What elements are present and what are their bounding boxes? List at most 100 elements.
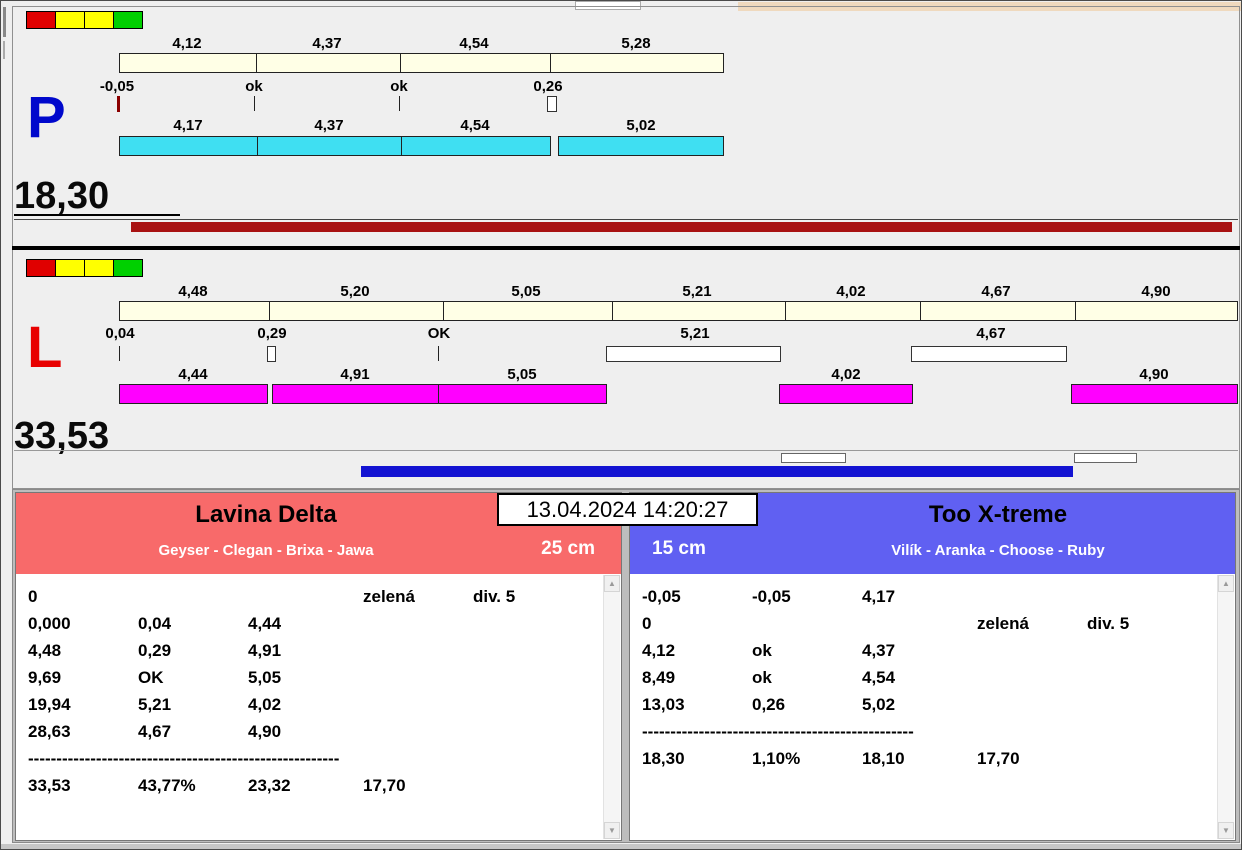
result-cell: zelená: [363, 587, 415, 606]
crossing-tick: [254, 96, 255, 111]
result-cell: 4,02: [248, 695, 282, 714]
time-label: 4,91: [340, 366, 370, 383]
result-cell: 17,70: [363, 776, 406, 795]
scroll-up-button[interactable]: ▲: [604, 575, 620, 592]
split-label: 4,02: [836, 283, 866, 300]
team-left-results[interactable]: 0 zelená div. 5 0,000 0,04 4,44 4,48 0,29 4,91 9,…: [16, 574, 621, 840]
result-cell: 1,10%: [752, 749, 801, 768]
result-cell: 19,94: [28, 695, 71, 714]
yellow-light-2[interactable]: [84, 11, 114, 29]
time-label: 4,17: [173, 117, 203, 134]
result-row: 4,12 ok 4,37: [630, 637, 1235, 664]
result-cell: 4,90: [248, 722, 282, 741]
result-cell: 17,70: [977, 749, 1020, 768]
bar-divider: [443, 302, 444, 320]
red-light[interactable]: [26, 11, 56, 29]
mark-label: 5,21: [680, 325, 710, 342]
green-light[interactable]: [113, 11, 143, 29]
scrollbar[interactable]: ▲ ▼: [603, 575, 620, 839]
bar-divider: [400, 54, 401, 72]
progress-bar-l: [361, 466, 1073, 477]
split-label: 4,90: [1141, 283, 1171, 300]
result-cell: 4,67: [138, 722, 172, 741]
lane-p-letter: P: [27, 85, 66, 150]
result-row: 0 zelená div. 5: [630, 610, 1235, 637]
result-cell: -0,05: [642, 587, 681, 606]
result-cell: 18,30: [642, 749, 685, 768]
mark-label: 0,04: [105, 325, 135, 342]
result-row: 13,03 0,26 5,02: [630, 691, 1235, 718]
result-row: ----------------------------------------…: [16, 745, 621, 772]
dog-time-bar: [779, 384, 913, 404]
team-lineup: Vilík - Aranka - Choose - Ruby: [891, 542, 1105, 559]
result-row: 0 zelená div. 5: [16, 583, 621, 610]
time-label: 5,05: [507, 366, 537, 383]
crossing-tick: [119, 346, 120, 361]
result-cell: 43,77%: [138, 776, 196, 795]
time-label: 5,02: [626, 117, 656, 134]
crossing-tick: [399, 96, 400, 111]
dog-time-bar: [438, 384, 607, 404]
result-row: -0,05 -0,05 4,17: [630, 583, 1235, 610]
result-cell: 0,000: [28, 614, 71, 633]
split-label: 5,28: [621, 35, 651, 52]
yellow-light-1[interactable]: [55, 11, 85, 29]
scroll-down-button[interactable]: ▼: [1218, 822, 1234, 839]
result-cell: 0,29: [138, 641, 172, 660]
dog-time-bar: [119, 384, 268, 404]
result-cell: OK: [138, 668, 164, 687]
result-cell: zelená: [977, 614, 1029, 633]
result-row: 18,30 1,10% 18,10 17,70: [630, 745, 1235, 772]
result-cell: 28,63: [28, 722, 71, 741]
jump-height-label: 25 cm: [541, 538, 595, 559]
result-cell: 0,26: [752, 695, 786, 714]
traffic-light-l: [26, 259, 143, 277]
gap-marker: [267, 346, 276, 362]
result-row: 4,48 0,29 4,91: [16, 637, 621, 664]
result-cell: ----------------------------------------…: [28, 749, 340, 768]
result-cell: ok: [752, 641, 772, 660]
result-row: 33,53 43,77% 23,32 17,70: [16, 772, 621, 799]
yellow-light-1[interactable]: [55, 259, 85, 277]
result-row: 28,63 4,67 4,90: [16, 718, 621, 745]
team-right-results[interactable]: -0,05 -0,05 4,17 0 zelená div. 5 4,12 ok 4,37 8,4…: [630, 574, 1235, 840]
bar-divider: [269, 302, 270, 320]
window-bottom-edge: [1, 844, 1241, 849]
split-label: 4,54: [459, 35, 489, 52]
result-cell: 5,02: [862, 695, 896, 714]
timestamp: 13.04.2024 14:20:27: [497, 493, 758, 526]
pending-segment-box: [911, 346, 1067, 362]
dog-time-bar: [401, 136, 551, 156]
result-cell: 9,69: [28, 668, 62, 687]
result-row: 8,49 ok 4,54: [630, 664, 1235, 691]
mark-label: 0,29: [257, 325, 287, 342]
dog-time-bar: [1071, 384, 1238, 404]
scroll-down-button[interactable]: ▼: [604, 822, 620, 839]
red-light[interactable]: [26, 259, 56, 277]
result-cell: 23,32: [248, 776, 291, 795]
result-cell: ok: [752, 668, 772, 687]
scroll-up-button[interactable]: ▲: [1218, 575, 1234, 592]
result-cell: 4,44: [248, 614, 282, 633]
result-cell: 33,53: [28, 776, 71, 795]
traffic-light-p: [26, 11, 143, 29]
jump-height-label: 15 cm: [652, 538, 706, 559]
yellow-light-2[interactable]: [84, 259, 114, 277]
time-label: 4,54: [460, 117, 490, 134]
total-underline: [14, 214, 180, 216]
result-cell: 13,03: [642, 695, 685, 714]
separator-line: [14, 219, 1238, 220]
result-cell: 5,05: [248, 668, 282, 687]
green-light[interactable]: [113, 259, 143, 277]
team-left-panel: Lavina Delta Geyser - Clegan - Brixa - J…: [15, 492, 622, 841]
mark-label: -0,05: [99, 78, 135, 95]
result-cell: 0,04: [138, 614, 172, 633]
result-cell: 4,12: [642, 641, 676, 660]
mark-label: 4,67: [976, 325, 1006, 342]
bar-divider: [785, 302, 786, 320]
mark-label: 0,26: [533, 78, 563, 95]
bar-divider: [920, 302, 921, 320]
scrollbar[interactable]: ▲ ▼: [1217, 575, 1234, 839]
team-name: Lavina Delta: [195, 501, 337, 528]
marker-box: [781, 453, 846, 463]
